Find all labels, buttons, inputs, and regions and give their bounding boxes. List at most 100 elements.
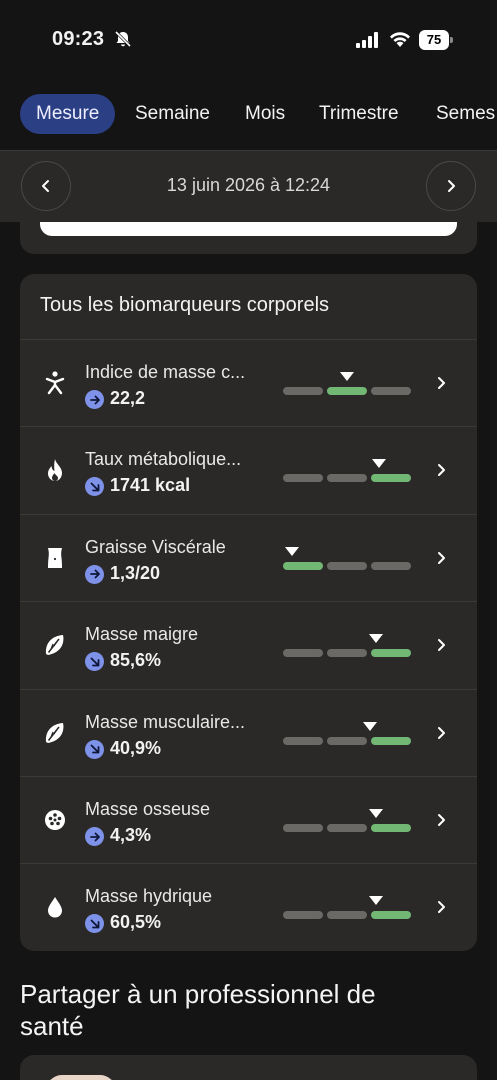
biomarker-name: Masse osseuse	[85, 799, 211, 819]
biomarker-value: 85,6%	[110, 650, 162, 671]
battery-level: 75	[419, 30, 449, 50]
biomarker-name: Masse maigre	[85, 624, 199, 645]
biomarker-value: 1741 kcal	[110, 475, 191, 496]
professional-avatar	[46, 1075, 116, 1080]
leaf-icon	[42, 720, 68, 746]
biomarker-row[interactable]: Masse osseuse 4,3%	[20, 776, 477, 863]
chevron-right-icon	[434, 375, 448, 391]
biomarker-value: 22,2	[110, 388, 146, 408]
biomarker-row[interactable]: Taux métabolique... 1741 kcal	[20, 426, 477, 513]
scale-marker-icon	[284, 546, 299, 556]
scale-segment	[371, 387, 411, 395]
current-date: 13 juin 2026 à 12:24	[166, 175, 331, 195]
scale-segment	[371, 911, 411, 920]
scale-segment	[371, 561, 411, 570]
scale-segment	[327, 561, 367, 570]
chevron-right-icon	[434, 725, 448, 741]
biomarker-value: 1,3/20	[110, 562, 161, 583]
biomarker-name: Masse hydrique	[85, 886, 213, 907]
trend-stable-icon	[85, 827, 104, 846]
biomarker-row[interactable]: Indice de masse c... 22,2	[20, 339, 477, 426]
range-scale	[283, 515, 413, 602]
biomarker-name: Indice de masse c...	[85, 362, 246, 382]
chevron-right-icon	[434, 899, 448, 915]
scale-marker-icon	[372, 459, 386, 469]
trend-stable-icon	[85, 390, 104, 409]
scale-segment	[283, 561, 323, 570]
scale-segment	[283, 474, 323, 483]
scale-segment	[283, 911, 323, 920]
scale-marker-icon	[340, 372, 354, 381]
trend-down-icon	[85, 477, 104, 497]
biomarker-value: 4,3%	[110, 825, 152, 845]
range-scale	[283, 690, 413, 777]
biomarker-row[interactable]: Masse hydrique 60,5%	[20, 863, 477, 950]
biomarker-row[interactable]: Graisse Viscérale 1,3/20	[20, 513, 477, 602]
bell-off-icon	[114, 30, 132, 48]
tab-semestre[interactable]: Semes	[436, 94, 495, 134]
date-navigator: 13 juin 2026 à 12:24	[0, 150, 497, 222]
biomarker-row[interactable]: Masse musculaire... 40,9%	[20, 688, 477, 777]
torso-icon	[42, 545, 68, 571]
scale-segment	[371, 474, 411, 483]
drop-icon	[42, 894, 68, 920]
scale-segment	[327, 387, 367, 395]
scale-marker-icon	[369, 634, 384, 644]
flame-icon	[42, 457, 68, 483]
scale-segment	[283, 649, 323, 658]
trend-down-icon	[85, 914, 104, 934]
biomarkers-title: Tous les biomarqueurs corporels	[40, 294, 330, 316]
range-scale	[283, 864, 413, 951]
tab-mois[interactable]: Mois	[245, 94, 285, 134]
scale-segment	[371, 824, 411, 832]
biomarker-value: 60,5%	[110, 912, 162, 933]
biomarker-name: Masse musculaire...	[85, 711, 246, 732]
scale-segment	[327, 911, 367, 920]
chevron-right-icon	[434, 462, 448, 478]
share-title: Partager à un professionnel de santé	[20, 979, 376, 1041]
leaf-icon	[42, 632, 68, 658]
previous-card	[20, 222, 477, 254]
share-card[interactable]	[20, 1055, 477, 1080]
status-time: 09:23	[52, 28, 105, 50]
person-icon	[42, 370, 68, 396]
biomarkers-card: Tous les biomarqueurs corporels Indice d…	[20, 274, 477, 951]
scale-segment	[327, 736, 367, 745]
scale-segment	[327, 474, 367, 483]
chevron-right-icon	[434, 637, 448, 653]
range-scale	[283, 777, 413, 864]
period-tabs: Mesure Semaine Mois Trimestre Semes	[0, 94, 497, 134]
status-bar: 09:23 75	[0, 0, 497, 80]
scale-marker-icon	[369, 809, 384, 818]
scale-segment	[283, 736, 323, 745]
scale-segment	[283, 824, 323, 832]
wifi-icon	[390, 32, 410, 47]
scale-marker-icon	[369, 896, 384, 906]
trend-down-icon	[85, 739, 104, 759]
range-scale	[283, 427, 413, 514]
range-scale	[283, 340, 413, 427]
chevron-right-icon	[434, 812, 448, 828]
trend-stable-icon	[85, 564, 104, 584]
range-scale	[283, 602, 413, 689]
biomarker-name: Graisse Viscérale	[85, 536, 226, 557]
scale-segment	[327, 649, 367, 658]
battery-icon: 75	[419, 30, 453, 50]
scale-segment	[327, 824, 367, 832]
chevron-right-icon	[448, 180, 455, 192]
tab-semaine[interactable]: Semaine	[135, 94, 210, 134]
scale-segment	[371, 736, 411, 745]
biomarker-value: 40,9%	[110, 737, 162, 758]
scale-segment	[371, 649, 411, 658]
tab-mesure[interactable]: Mesure	[20, 94, 116, 134]
signal-icon	[356, 32, 378, 48]
tab-trimestre[interactable]: Trimestre	[319, 94, 399, 134]
trend-down-icon	[85, 652, 104, 672]
chevron-right-icon	[434, 550, 448, 566]
biomarker-row[interactable]: Masse maigre 85,6%	[20, 601, 477, 688]
next-date-button[interactable]	[426, 161, 476, 211]
scale-segment	[283, 387, 323, 395]
biomarker-name: Taux métabolique...	[85, 449, 242, 470]
scale-marker-icon	[363, 721, 378, 731]
previous-card-button[interactable]	[40, 222, 457, 236]
